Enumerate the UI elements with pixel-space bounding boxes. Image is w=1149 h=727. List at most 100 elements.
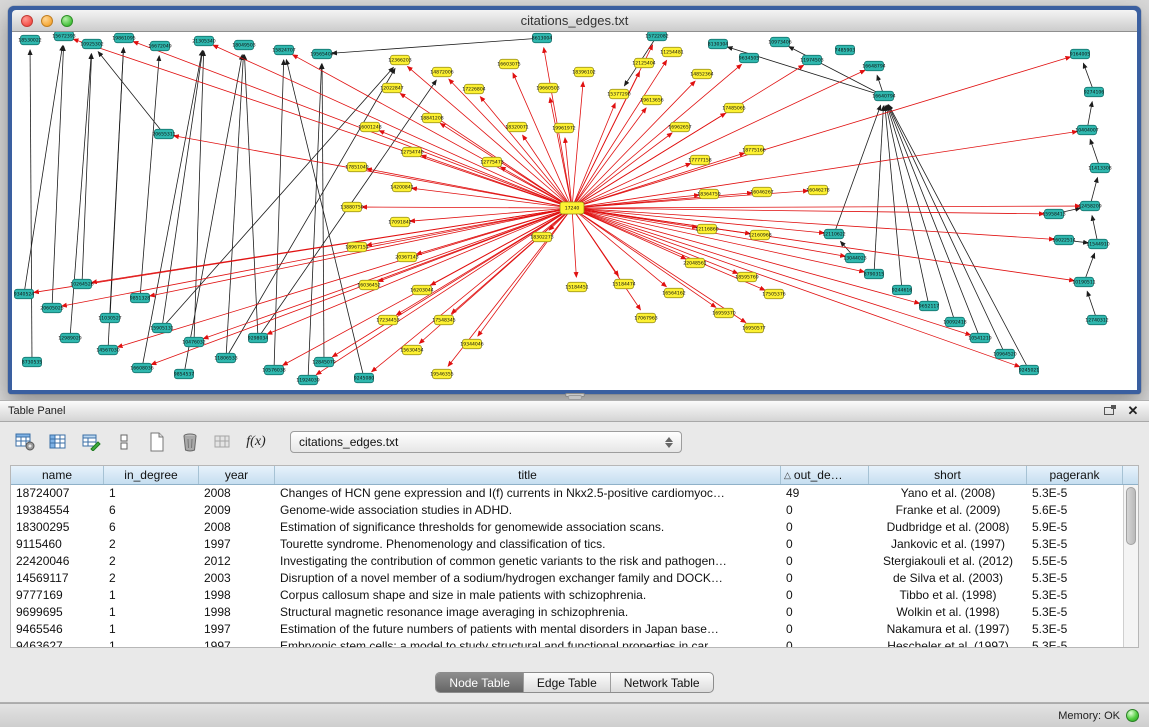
- table-row[interactable]: 1938455462009Genome-wide association stu…: [11, 502, 1123, 519]
- graph-edge[interactable]: [226, 55, 243, 358]
- graph-node[interactable]: 16608036: [130, 363, 153, 373]
- table-scrollbar[interactable]: [1123, 485, 1138, 647]
- graph-edge[interactable]: [572, 208, 576, 277]
- graph-node[interactable]: 16648794: [862, 61, 885, 71]
- tab-edge-table[interactable]: Edge Table: [524, 673, 611, 692]
- graph-node[interactable]: 20655311: [152, 129, 175, 139]
- graph-node[interactable]: 9340524: [14, 289, 35, 299]
- graph-node[interactable]: 12740312: [1085, 315, 1108, 325]
- table-columns-icon[interactable]: [45, 429, 71, 455]
- graph-edge[interactable]: [140, 56, 159, 298]
- graph-edge[interactable]: [572, 131, 1077, 208]
- graph-edge[interactable]: [332, 38, 542, 53]
- graph-node[interactable]: 17067963: [634, 313, 657, 323]
- graph-node[interactable]: 8790315: [864, 269, 885, 279]
- graph-edge[interactable]: [572, 208, 970, 335]
- graph-edge[interactable]: [174, 136, 572, 208]
- graph-node[interactable]: 12754740: [400, 147, 423, 157]
- graph-node[interactable]: 11030527: [98, 313, 121, 323]
- graph-node[interactable]: 9652117: [919, 301, 940, 311]
- graph-edge[interactable]: [885, 106, 902, 290]
- graph-edge[interactable]: [82, 54, 92, 284]
- column-header-short[interactable]: short: [869, 466, 1027, 484]
- new-file-icon[interactable]: [144, 429, 170, 455]
- graph-node[interactable]: 9245021: [1019, 365, 1040, 375]
- table-row[interactable]: 911546021997Tourette syndrome. Phenomeno…: [11, 536, 1123, 553]
- table-row[interactable]: 1872400712008Changes of HCN gene express…: [11, 485, 1123, 502]
- graph-node[interactable]: 17505376: [762, 289, 785, 299]
- graph-node[interactable]: 9854537: [174, 369, 195, 379]
- graph-node[interactable]: 22048561: [683, 258, 706, 268]
- graph-edge[interactable]: [572, 164, 691, 208]
- graph-edge[interactable]: [410, 208, 572, 221]
- graph-node[interactable]: 15672393: [52, 32, 75, 41]
- graph-node[interactable]: 18049503: [232, 40, 255, 50]
- graph-node[interactable]: 9245080: [354, 373, 375, 383]
- graph-node[interactable]: 18396102: [572, 67, 595, 77]
- graph-node[interactable]: 17226804: [462, 84, 485, 94]
- graph-edge[interactable]: [572, 208, 746, 322]
- graph-node[interactable]: 12775473: [480, 157, 503, 167]
- graph-node[interactable]: 16962657: [668, 122, 691, 132]
- graph-node[interactable]: 12110622: [822, 229, 845, 239]
- table-scrollbar-thumb[interactable]: [1126, 487, 1136, 545]
- graph-node[interactable]: 17240: [560, 202, 584, 214]
- close-panel-icon[interactable]: ✕: [1125, 404, 1141, 418]
- graph-node[interactable]: 15377290: [607, 89, 630, 99]
- graph-node[interactable]: 13044023: [843, 253, 866, 263]
- graph-node[interactable]: 11974503: [800, 55, 823, 65]
- column-header-name[interactable]: name: [11, 466, 104, 484]
- graph-node[interactable]: 15184451: [565, 282, 588, 292]
- network-view[interactable]: 18530022 15672393 10925302 19861095 16672049…: [12, 32, 1137, 390]
- graph-node[interactable]: 21305340: [192, 36, 215, 46]
- graph-edge[interactable]: [480, 97, 572, 208]
- graph-node[interactable]: 12125404: [632, 58, 655, 68]
- graph-node[interactable]: 14200841: [390, 182, 413, 192]
- graph-node[interactable]: 16672049: [148, 41, 171, 51]
- graph-node[interactable]: 17485065: [722, 103, 745, 113]
- graph-node[interactable]: 10190511: [1072, 277, 1095, 287]
- graph-node[interactable]: 16959370: [712, 308, 735, 318]
- graph-node[interactable]: 19565404: [310, 49, 333, 59]
- table-row[interactable]: 2242004622012Investigating the contribut…: [11, 553, 1123, 570]
- graph-node[interactable]: 12160968: [748, 230, 771, 240]
- graph-node[interactable]: 15722082: [645, 32, 668, 41]
- graph-edge[interactable]: [362, 207, 572, 208]
- tab-network-table[interactable]: Network Table: [611, 673, 713, 692]
- graph-node[interactable]: 11924039: [296, 375, 319, 385]
- graph-node[interactable]: 9298034: [248, 333, 269, 343]
- graph-node[interactable]: 19613656: [640, 95, 663, 105]
- graph-node[interactable]: 15905131: [150, 323, 173, 333]
- graph-node[interactable]: 9164005: [1070, 49, 1091, 59]
- graph-node[interactable]: 14872006: [430, 67, 453, 77]
- graph-edge[interactable]: [293, 55, 572, 208]
- graph-edge[interactable]: [98, 52, 164, 134]
- graph-node[interactable]: 16046267: [750, 187, 773, 197]
- graph-node[interactable]: 8730535: [22, 357, 43, 367]
- network-select-combobox[interactable]: citations_edges.txt: [290, 431, 682, 453]
- graph-node[interactable]: 17851049: [345, 162, 368, 172]
- graph-node[interactable]: 19861095: [112, 33, 135, 43]
- graph-node[interactable]: 14852364: [690, 69, 713, 79]
- graph-node[interactable]: 8130304: [708, 39, 729, 49]
- graph-node[interactable]: 10541219: [968, 333, 991, 343]
- graph-node[interactable]: 16564162: [662, 288, 685, 298]
- graph-node[interactable]: 9274106: [1084, 87, 1105, 97]
- graph-edge[interactable]: [162, 67, 393, 328]
- delete-icon[interactable]: [177, 429, 203, 455]
- graph-node[interactable]: 17777158: [688, 155, 711, 165]
- table-row[interactable]: 946362711997Embryonic stem cells: a mode…: [11, 638, 1123, 647]
- graph-node[interactable]: 18320071: [505, 122, 528, 132]
- graph-node[interactable]: 16022514: [1052, 235, 1075, 245]
- graph-node[interactable]: 10925302: [80, 39, 103, 49]
- table-row[interactable]: 969969511998Structural magnetic resonanc…: [11, 604, 1123, 621]
- graph-node[interactable]: 17234453: [376, 315, 399, 325]
- float-panel-icon[interactable]: [1101, 404, 1117, 418]
- graph-node[interactable]: 15630454: [400, 345, 423, 355]
- graph-node[interactable]: 10973406: [768, 37, 791, 47]
- graph-node[interactable]: 18530022: [18, 35, 41, 45]
- graph-node[interactable]: 18775166: [742, 145, 765, 155]
- graph-node[interactable]: 18302273: [530, 232, 553, 242]
- graph-edge[interactable]: [62, 208, 572, 306]
- graph-node[interactable]: 19961972: [552, 123, 575, 133]
